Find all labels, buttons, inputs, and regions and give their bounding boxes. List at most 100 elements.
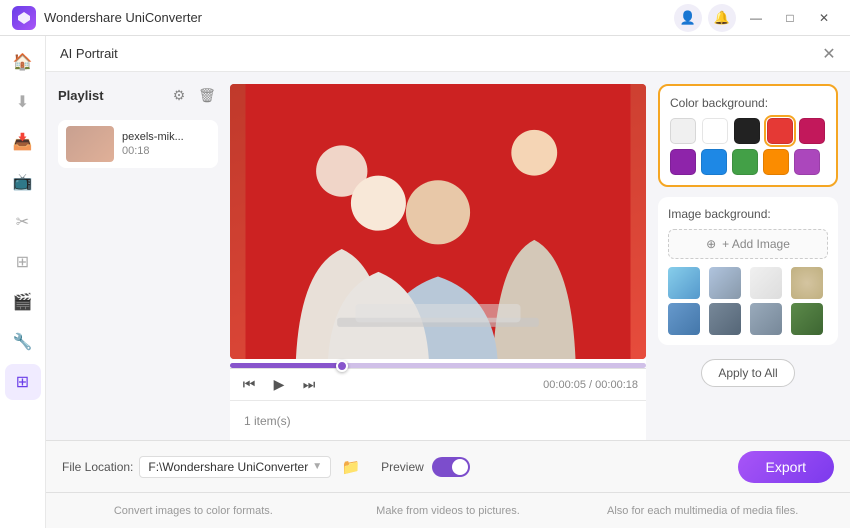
color-swatch-light-purple[interactable] — [794, 149, 820, 175]
next-button[interactable]: ⏭ — [298, 374, 320, 396]
add-image-button[interactable]: ⊕ + Add Image — [668, 229, 828, 259]
play-button[interactable]: ▶ — [268, 374, 290, 396]
current-time: 00:00:05 — [543, 379, 586, 391]
progress-fill — [230, 363, 342, 368]
main-progress-bar[interactable] — [230, 363, 646, 368]
user-icon[interactable]: 👤 — [674, 4, 702, 32]
image-thumbnails-grid — [668, 267, 828, 335]
sidebar: 🏠 ⬇ 📥 📺 ✂ ⊞ 🎬 🔧 ⊞ — [0, 36, 46, 528]
preview-toggle: Preview — [381, 457, 470, 477]
folder-browse-button[interactable]: 📁 — [337, 453, 365, 481]
notification-icon[interactable]: 🔔 — [708, 4, 736, 32]
playlist-item-info: pexels-mik... 00:18 — [122, 131, 210, 157]
playlist-label: Playlist — [58, 88, 104, 103]
color-swatch-purple[interactable] — [670, 149, 696, 175]
apply-to-all-button[interactable]: Apply to All — [701, 359, 794, 387]
color-swatch-blue[interactable] — [701, 149, 727, 175]
video-container — [230, 84, 646, 359]
image-thumb-gray[interactable] — [750, 303, 782, 335]
title-bar: Wondershare UniConverter 👤 🔔 — □ ✕ — [0, 0, 850, 36]
image-thumb-light[interactable] — [750, 267, 782, 299]
image-thumb-ocean[interactable] — [668, 303, 700, 335]
image-thumb-sky[interactable] — [668, 267, 700, 299]
video-controls: ⏮ ▶ ⏭ 00:00:05 / 00:00:18 — [230, 368, 646, 400]
apply-btn-container: Apply to All — [658, 359, 838, 387]
color-swatch-light-gray[interactable] — [670, 118, 696, 144]
sidebar-item-film[interactable]: 🎬 — [5, 284, 41, 320]
color-swatch-red[interactable] — [767, 118, 793, 144]
sidebar-item-cut[interactable]: ✂ — [5, 204, 41, 240]
footer-strip-text-1: Convert images to color formats. — [66, 505, 321, 517]
playlist-item-name: pexels-mik... — [122, 131, 210, 143]
color-background-section: Color background: — [658, 84, 838, 187]
video-people-svg — [230, 84, 646, 359]
titlebar-controls: 👤 🔔 — □ ✕ — [674, 4, 838, 32]
image-thumb-forest[interactable] — [791, 303, 823, 335]
footer-strip-text-2: Make from videos to pictures. — [321, 505, 576, 517]
preview-label: Preview — [381, 460, 424, 474]
minimize-button[interactable]: — — [742, 4, 770, 32]
ai-portrait-label: AI Portrait — [60, 46, 118, 61]
toggle-knob — [452, 459, 468, 475]
maximize-button[interactable]: □ — [776, 4, 804, 32]
color-grid-row2 — [670, 149, 826, 175]
footer-strip-text-3: Also for each multimedia of media files. — [575, 505, 830, 517]
sidebar-item-grid[interactable]: ⊞ — [5, 244, 41, 280]
image-thumb-sand[interactable] — [791, 267, 823, 299]
color-swatch-green[interactable] — [732, 149, 758, 175]
color-grid-row1 — [670, 118, 826, 144]
sidebar-item-screen[interactable]: 📺 — [5, 164, 41, 200]
time-display: 00:00:05 / 00:00:18 — [543, 379, 638, 391]
file-location-label: File Location: — [62, 460, 133, 474]
right-panel: Color background: — [658, 84, 838, 440]
main-layout: 🏠 ⬇ 📥 📺 ✂ ⊞ 🎬 🔧 ⊞ AI Portrait ✕ Playlist… — [0, 36, 850, 528]
app-logo — [12, 6, 36, 30]
dropdown-arrow: ▼ — [312, 461, 322, 472]
image-bg-label: Image background: — [668, 207, 828, 221]
color-swatch-orange[interactable] — [763, 149, 789, 175]
image-thumb-clouds[interactable] — [709, 267, 741, 299]
bottom-bar: 1 item(s) — [230, 400, 646, 440]
file-location: File Location: F:\Wondershare UniConvert… — [62, 453, 365, 481]
sidebar-item-tools[interactable]: 🔧 — [5, 324, 41, 360]
preview-toggle-switch[interactable] — [432, 457, 470, 477]
sidebar-item-download[interactable]: ⬇ — [5, 84, 41, 120]
main-progress-container[interactable] — [230, 359, 646, 368]
prev-button[interactable]: ⏮ — [238, 374, 260, 396]
content-area: AI Portrait ✕ Playlist ⚙ 🗑 — [46, 36, 850, 528]
video-background — [230, 84, 646, 359]
footer-strip: Convert images to color formats. Make fr… — [46, 492, 850, 528]
thumbnail-image — [66, 126, 114, 162]
ai-portrait-close-button[interactable]: ✕ — [818, 43, 840, 65]
total-time: 00:00:18 — [595, 379, 638, 391]
close-button[interactable]: ✕ — [810, 4, 838, 32]
playlist-header: Playlist ⚙ 🗑 — [58, 84, 218, 106]
playlist-action-icons: ⚙ 🗑 — [168, 84, 218, 106]
playlist-item-duration: 00:18 — [122, 145, 210, 157]
file-path-value: F:\Wondershare UniConverter — [148, 460, 308, 474]
playlist-thumbnail — [66, 126, 114, 162]
left-panel: Playlist ⚙ 🗑 pexels-mik... 00:18 — [58, 84, 218, 440]
color-bg-label: Color background: — [670, 96, 826, 110]
video-preview: ⏮ ▶ ⏭ 00:00:05 / 00:00:18 1 item(s) — [230, 84, 646, 440]
playlist-settings-icon[interactable]: ⚙ — [168, 84, 190, 106]
items-count: 1 item(s) — [244, 414, 291, 428]
color-swatch-dark-pink[interactable] — [799, 118, 825, 144]
sidebar-item-home[interactable]: 🏠 — [5, 44, 41, 80]
playlist-item[interactable]: pexels-mik... 00:18 — [58, 120, 218, 168]
top-bar: AI Portrait ✕ — [46, 36, 850, 72]
add-icon: ⊕ — [706, 237, 716, 251]
color-swatch-black[interactable] — [734, 118, 760, 144]
app-title: Wondershare UniConverter — [44, 10, 674, 25]
sidebar-item-import[interactable]: 📥 — [5, 124, 41, 160]
add-image-label: + Add Image — [722, 237, 790, 251]
footer: File Location: F:\Wondershare UniConvert… — [46, 440, 850, 492]
export-button[interactable]: Export — [738, 451, 834, 483]
color-swatch-white[interactable] — [702, 118, 728, 144]
sidebar-item-apps[interactable]: ⊞ — [5, 364, 41, 400]
image-background-section: Image background: ⊕ + Add Image — [658, 197, 838, 345]
playlist-delete-icon[interactable]: 🗑 — [196, 84, 218, 106]
file-path-input[interactable]: F:\Wondershare UniConverter ▼ — [139, 456, 331, 478]
inner-content: Playlist ⚙ 🗑 pexels-mik... 00:18 — [46, 72, 850, 440]
image-thumb-dark[interactable] — [709, 303, 741, 335]
